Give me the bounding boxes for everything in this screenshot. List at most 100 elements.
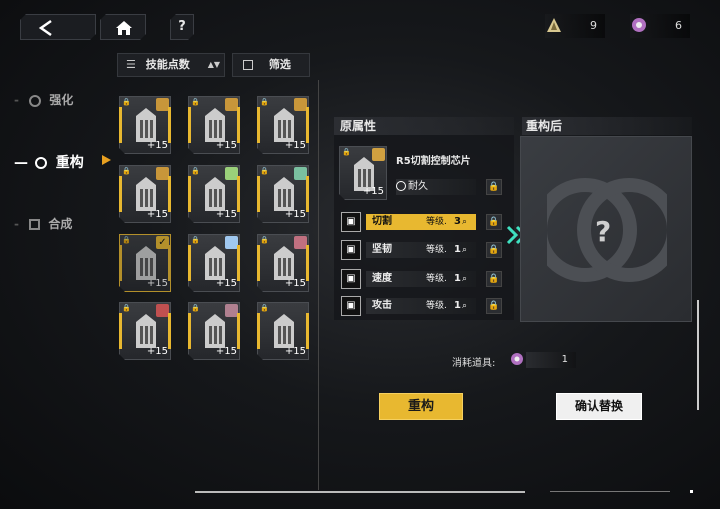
chip-name: R5切割控制芯片 (396, 156, 471, 167)
lock-toggle-stat[interactable]: 🔒 (486, 271, 502, 287)
rarity-bar (306, 107, 309, 143)
filter-icon (243, 60, 253, 70)
rarity-bar (306, 176, 309, 212)
chip-icon (132, 175, 160, 211)
rarity-bar (119, 313, 122, 349)
lock-icon: 🔒 (260, 304, 269, 312)
chip-card[interactable]: 🔒 ✓ +15 (119, 234, 171, 292)
lock-icon: 🔒 (191, 98, 200, 106)
rarity-bar (119, 176, 122, 212)
gear-token-icon (511, 353, 523, 365)
filter-button[interactable]: 筛选 (232, 53, 310, 77)
chip-icon (270, 106, 298, 142)
magnify-icon[interactable]: ⌕ (462, 214, 467, 230)
chip-card[interactable]: 🔒 +15 (257, 96, 309, 154)
chip-level: +15 (146, 346, 168, 357)
rarity-bar (306, 313, 309, 349)
stat-bar: 攻击 等级. 1 ⌕ (366, 298, 476, 314)
sidebar-item-label: 合成 (48, 217, 73, 231)
lock-icon: 🔒 (191, 167, 200, 175)
chip-icon (201, 106, 229, 142)
resource-value: 9 (590, 19, 597, 32)
chip-card[interactable]: 🔒 +15 (119, 165, 171, 223)
stat-name: 坚韧 (372, 244, 392, 255)
dot (690, 490, 693, 493)
magnify-icon[interactable]: ⌕ (462, 242, 467, 258)
stat-level-label: 等级. (426, 217, 447, 227)
gear-token-icon (632, 18, 646, 32)
lock-toggle-stat[interactable]: 🔒 (486, 242, 502, 258)
lock-icon: 🔒 (260, 236, 269, 244)
chip-card[interactable]: 🔒 +15 (188, 96, 240, 154)
origin-chip-card: 🔒 +15 (339, 146, 387, 200)
home-button[interactable] (100, 14, 146, 40)
sort-lines-icon: ☰ (126, 58, 136, 71)
back-arrow-icon (21, 15, 97, 41)
sort-order-icon[interactable]: ▲▼ (208, 54, 220, 76)
rebuild-button[interactable]: 重构 (379, 393, 463, 420)
chip-card[interactable]: 🔒 +15 (119, 96, 171, 154)
rarity-bar (188, 107, 191, 143)
filter-label: 筛选 (268, 58, 291, 71)
sidebar-item-enhance[interactable]: - 强化 (14, 91, 73, 108)
stat-level: 1 (454, 300, 461, 311)
lock-toggle-stat[interactable]: 🔒 (486, 298, 502, 314)
stat-level-label: 等级. (426, 274, 447, 284)
chip-card[interactable]: 🔒 +15 (188, 165, 240, 223)
stat-name: 切割 (372, 216, 392, 227)
chip-level: +15 (284, 278, 306, 289)
sidebar-item-label: 重构 (55, 155, 84, 171)
chip-card[interactable]: 🔒 +15 (257, 302, 309, 360)
magnify-icon[interactable]: ⌕ (462, 298, 467, 314)
bottom-line (550, 491, 670, 492)
chip-icon (132, 312, 160, 348)
stat-name: 攻击 (372, 300, 392, 311)
chip-card[interactable]: 🔒 +15 (188, 302, 240, 360)
chip-level: +15 (215, 278, 237, 289)
lock-icon: 🔒 (122, 236, 131, 244)
lock-icon: 🔒 (260, 167, 269, 175)
lock-icon: 🔒 (122, 304, 131, 312)
chip-icon (201, 175, 229, 211)
lock-icon: 🔒 (122, 98, 131, 106)
selected-arrow-icon (102, 155, 111, 165)
rarity-bar (119, 107, 122, 143)
rarity-bar (257, 176, 260, 212)
rarity-bar (168, 245, 171, 281)
chip-card[interactable]: 🔒 +15 (119, 302, 171, 360)
stat-bar: 坚韧 等级. 1 ⌕ (366, 242, 476, 258)
origin-header: 原属性 (334, 117, 514, 135)
sidebar-item-rebuild[interactable]: — 重构 (14, 152, 84, 172)
chip-icon (132, 106, 160, 142)
lock-toggle-durability[interactable]: 🔒 (486, 179, 502, 195)
stat-level: 1 (454, 273, 461, 284)
back-button[interactable] (20, 14, 96, 40)
attack-stat-icon: ▣ (341, 296, 361, 316)
stat-name: 速度 (372, 273, 392, 284)
chip-icon (201, 244, 229, 280)
rarity-bar (237, 107, 240, 143)
sort-dropdown[interactable]: ☰ 技能点数 ▲▼ (117, 53, 225, 77)
stat-level-label: 等级. (426, 245, 447, 255)
divider (318, 80, 319, 490)
confirm-replace-button[interactable]: 确认替换 (556, 393, 642, 420)
sidebar-item-synthesis[interactable]: - 合成 (14, 215, 72, 232)
bottom-line (195, 491, 525, 493)
chip-card[interactable]: 🔒 +15 (257, 234, 309, 292)
chip-icon (270, 175, 298, 211)
help-button[interactable]: ? (170, 14, 194, 40)
rarity-bar (257, 313, 260, 349)
rarity-bar (188, 313, 191, 349)
stat-level-label: 等级. (426, 301, 447, 311)
result-panel: ? (520, 136, 692, 322)
lock-toggle-stat[interactable]: 🔒 (486, 214, 502, 230)
stat-bar: 速度 等级. 1 ⌕ (366, 271, 476, 287)
magnify-icon[interactable]: ⌕ (462, 271, 467, 287)
rebuild-icon (34, 157, 47, 169)
chip-card[interactable]: 🔒 +15 (257, 165, 309, 223)
resource-pyramid: 9 (545, 14, 605, 38)
chip-level: +15 (146, 140, 168, 151)
pyramid-icon (547, 18, 561, 32)
chip-card[interactable]: 🔒 +15 (188, 234, 240, 292)
scrollbar[interactable] (697, 300, 699, 410)
